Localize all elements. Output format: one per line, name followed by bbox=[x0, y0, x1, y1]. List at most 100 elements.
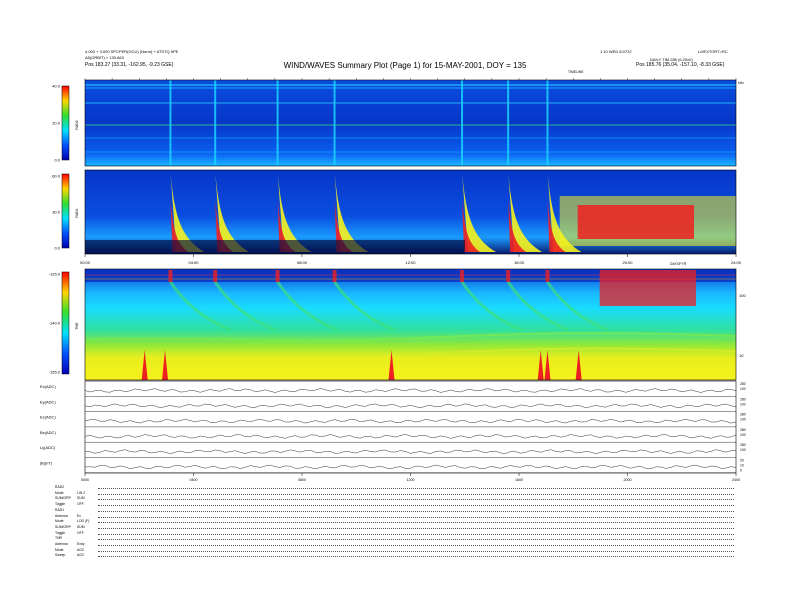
time-tick-bottom-6: 2400 bbox=[732, 478, 740, 482]
tnr-burst-top-0 bbox=[168, 270, 173, 282]
info-label-10: Antenna bbox=[55, 542, 68, 546]
rad1-low-band bbox=[85, 240, 465, 254]
rad2-tick-1: 20.0 bbox=[52, 121, 61, 126]
tnr-tick-1: -140.0 bbox=[49, 321, 61, 326]
info-label-11: Mode bbox=[55, 547, 64, 552]
info-label-6: Mode bbox=[55, 519, 64, 524]
trace-line-1 bbox=[84, 403, 737, 409]
rad1-tick-1: 30.0 bbox=[52, 210, 61, 215]
info-dotline-9 bbox=[98, 539, 734, 541]
trace-line-2 bbox=[84, 418, 737, 424]
trace-right-tick-3-1: 100 bbox=[740, 433, 746, 437]
info-dotline-6 bbox=[98, 522, 734, 524]
time-tick-top-1: 04:00 bbox=[188, 260, 199, 265]
time-tick-bottom-4: 1600 bbox=[515, 478, 523, 482]
rad1-axis-label: RAD1 bbox=[75, 208, 79, 217]
time-tick-bottom-3: 1200 bbox=[407, 478, 415, 482]
rad2-burst-5 bbox=[507, 80, 510, 166]
trace-right-tick-1-1: 100 bbox=[740, 402, 746, 406]
time-tick-top-4: 16:00 bbox=[514, 260, 525, 265]
rad2-tick-2: 0.0 bbox=[54, 158, 60, 163]
tnr-burst-top-3 bbox=[332, 270, 337, 282]
info-value-10: Exby bbox=[77, 542, 85, 546]
info-value-12: AGC bbox=[77, 553, 85, 558]
info-dotline-7 bbox=[98, 527, 734, 529]
rad2-colorbar bbox=[61, 85, 70, 161]
time-tick-top-2: 08:00 bbox=[297, 260, 308, 265]
tnr-burst-top-6 bbox=[545, 270, 550, 282]
info-value-11: AGC bbox=[77, 547, 85, 552]
trace-right-tick-3-0: 280 bbox=[740, 428, 746, 432]
info-dotline-11 bbox=[98, 550, 734, 552]
trace-right-tick-4-0: 280 bbox=[740, 443, 746, 447]
rad1-tick-2: 0.0 bbox=[54, 246, 60, 251]
info-label-5: Antenna bbox=[55, 513, 68, 518]
info-dotline-3 bbox=[98, 505, 734, 507]
tnr-axis-label: TNR bbox=[75, 322, 79, 330]
tnr-burst-top-2 bbox=[275, 270, 280, 282]
rad2-axis-label: RAD2 bbox=[75, 120, 79, 129]
time-tick-bottom-1: 0400 bbox=[190, 478, 198, 482]
tnr-tick-2: -155.0 bbox=[49, 370, 61, 375]
trace-line-3 bbox=[84, 434, 737, 439]
trace-right-tick-4-1: 100 bbox=[740, 448, 746, 452]
trace-right-tick-2-1: 100 bbox=[740, 418, 746, 422]
time-tick-top-6: 24:00 bbox=[731, 260, 742, 265]
trace-label-1: Ey(ADC) bbox=[40, 399, 56, 404]
info-dotline-5 bbox=[98, 516, 734, 518]
info-dotline-0 bbox=[98, 488, 734, 489]
rad2-burst-2 bbox=[276, 80, 279, 166]
info-label-4: RAD1 bbox=[55, 507, 65, 512]
info-label-8: Toggle bbox=[55, 530, 65, 535]
info-dotline-10 bbox=[98, 545, 734, 546]
tnr-burst-top-4 bbox=[460, 270, 465, 282]
trace-right-tick-5-2: 0 bbox=[740, 469, 742, 473]
time-tick-top-3: 12:00 bbox=[405, 260, 416, 265]
trace-label-5: |B|(nT) bbox=[40, 461, 53, 466]
info-dotline-1 bbox=[98, 493, 734, 495]
rad2-panel bbox=[85, 80, 736, 166]
rad1-storm-core bbox=[577, 205, 694, 239]
trace-line-4 bbox=[84, 449, 737, 454]
tnr-right-tick-1: 10 bbox=[739, 353, 744, 358]
time-tick-top-5: 20:00 bbox=[622, 260, 633, 265]
info-value-3: OFF bbox=[77, 502, 84, 507]
info-value-1: LIN 2 bbox=[77, 490, 86, 495]
info-label-9: TNR bbox=[55, 536, 62, 541]
info-label-7: SUM/ORP bbox=[55, 524, 71, 529]
info-label-3: Toggle bbox=[55, 502, 65, 507]
time-tick-bottom-5: 2000 bbox=[624, 478, 632, 482]
trace-right-tick-0-1: 100 bbox=[740, 387, 746, 391]
info-label-12: Sweep bbox=[55, 553, 66, 558]
tnr-tick-0: -125.0 bbox=[49, 272, 61, 277]
trace-label-3: Bx(ADC) bbox=[40, 430, 56, 435]
trace-right-tick-5-0: 20 bbox=[740, 459, 744, 463]
info-value-5: Ex bbox=[77, 513, 81, 518]
info-label-2: SUM/ORP bbox=[55, 496, 71, 501]
rad1-tick-0: 60.0 bbox=[52, 174, 61, 179]
rad1-colorbar bbox=[61, 173, 70, 249]
tnr-right-tick-0: 100 bbox=[739, 293, 746, 298]
rad2-burst-0 bbox=[169, 80, 172, 166]
summary-chart: Ex(ADC) 280100Ey(ADC) 280100Ez(ADC) 280100B… bbox=[40, 78, 746, 482]
trace-label-2: Ez(ADC) bbox=[40, 415, 56, 420]
trace-line-5 bbox=[84, 464, 737, 470]
trace-right-tick-1-0: 280 bbox=[740, 397, 746, 401]
info-dotline-4 bbox=[98, 510, 734, 512]
time-tick-top-0: 00:00 bbox=[80, 260, 91, 265]
trace-label-0: Ex(ADC) bbox=[40, 384, 56, 389]
rad2-burst-1 bbox=[214, 80, 217, 166]
tnr-burst-top-1 bbox=[213, 270, 218, 282]
info-dotline-2 bbox=[98, 499, 734, 501]
trace-right-tick-2-0: 280 bbox=[740, 413, 746, 417]
tnr-storm-region bbox=[599, 270, 696, 306]
info-label-0: RAD2 bbox=[55, 485, 65, 489]
time-tick-bottom-2: 0800 bbox=[298, 478, 306, 482]
info-value-2: SUM bbox=[77, 496, 85, 501]
info-label-1: Mode bbox=[55, 490, 64, 495]
trace-line-0 bbox=[84, 388, 737, 393]
rad2-burst-3 bbox=[333, 80, 336, 166]
trace-right-tick-5-1: 10 bbox=[740, 464, 744, 468]
info-value-7: SUM bbox=[77, 524, 85, 529]
info-value-8: OFF bbox=[77, 530, 84, 535]
